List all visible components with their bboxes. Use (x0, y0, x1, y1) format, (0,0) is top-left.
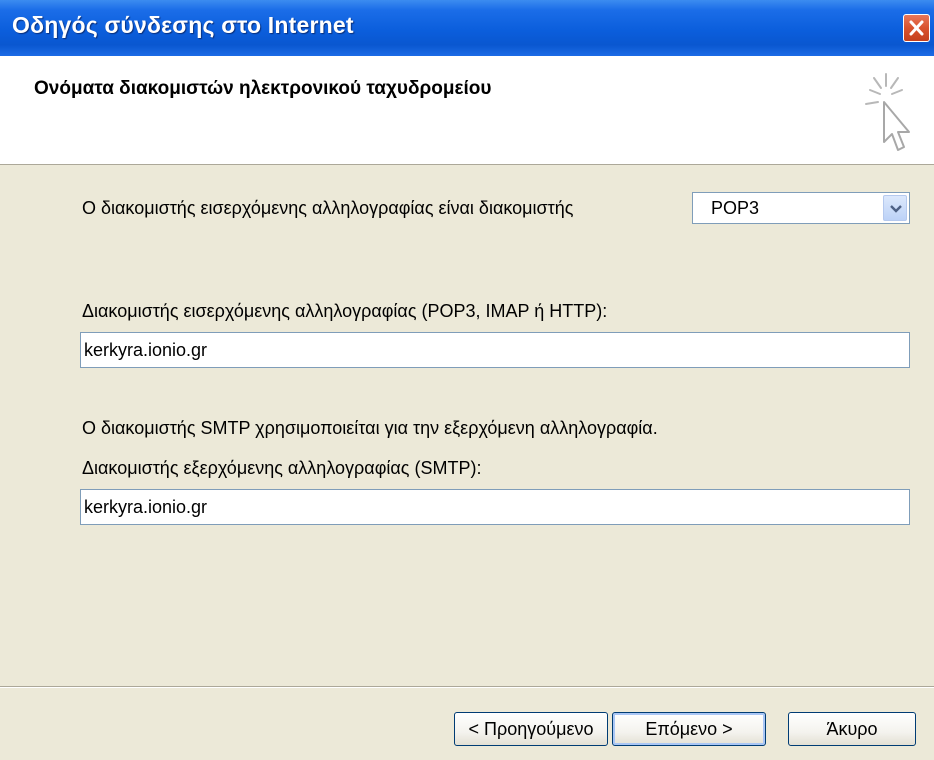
incoming-server-label: Διακομιστής εισερχόμενης αλληλογραφίας (… (82, 301, 608, 321)
separator (0, 686, 934, 688)
server-type-select[interactable]: POP3 (692, 192, 910, 224)
close-icon (909, 20, 924, 36)
next-button[interactable]: Επόμενο > (612, 712, 766, 746)
dropdown-button[interactable] (883, 195, 907, 221)
wizard-cursor-icon (865, 73, 910, 151)
page-title: Ονόματα διακομιστών ηλεκτρονικού ταχυδρο… (34, 78, 492, 99)
chevron-down-icon (890, 205, 902, 213)
title-bar[interactable]: Οδηγός σύνδεσης στο Internet (0, 0, 934, 56)
cancel-button[interactable]: Άκυρο (788, 712, 916, 746)
window-title: Οδηγός σύνδεσης στο Internet (12, 12, 354, 38)
outgoing-server-input[interactable] (80, 489, 910, 525)
close-button[interactable] (903, 14, 930, 42)
wizard-header: Ονόματα διακομιστών ηλεκτρονικού ταχυδρο… (0, 56, 934, 165)
outgoing-server-label: Διακομιστής εξερχόμενης αλληλογραφίας (S… (82, 458, 482, 478)
back-button[interactable]: < Προηγούμενο (454, 712, 608, 746)
incoming-server-input[interactable] (80, 332, 910, 368)
server-type-label: Ο διακομιστής εισερχόμενης αλληλογραφίας… (82, 198, 574, 218)
server-type-value: POP3 (711, 198, 760, 218)
smtp-note: Ο διακομιστής SMTP χρησιμοποιείται για τ… (82, 418, 658, 438)
